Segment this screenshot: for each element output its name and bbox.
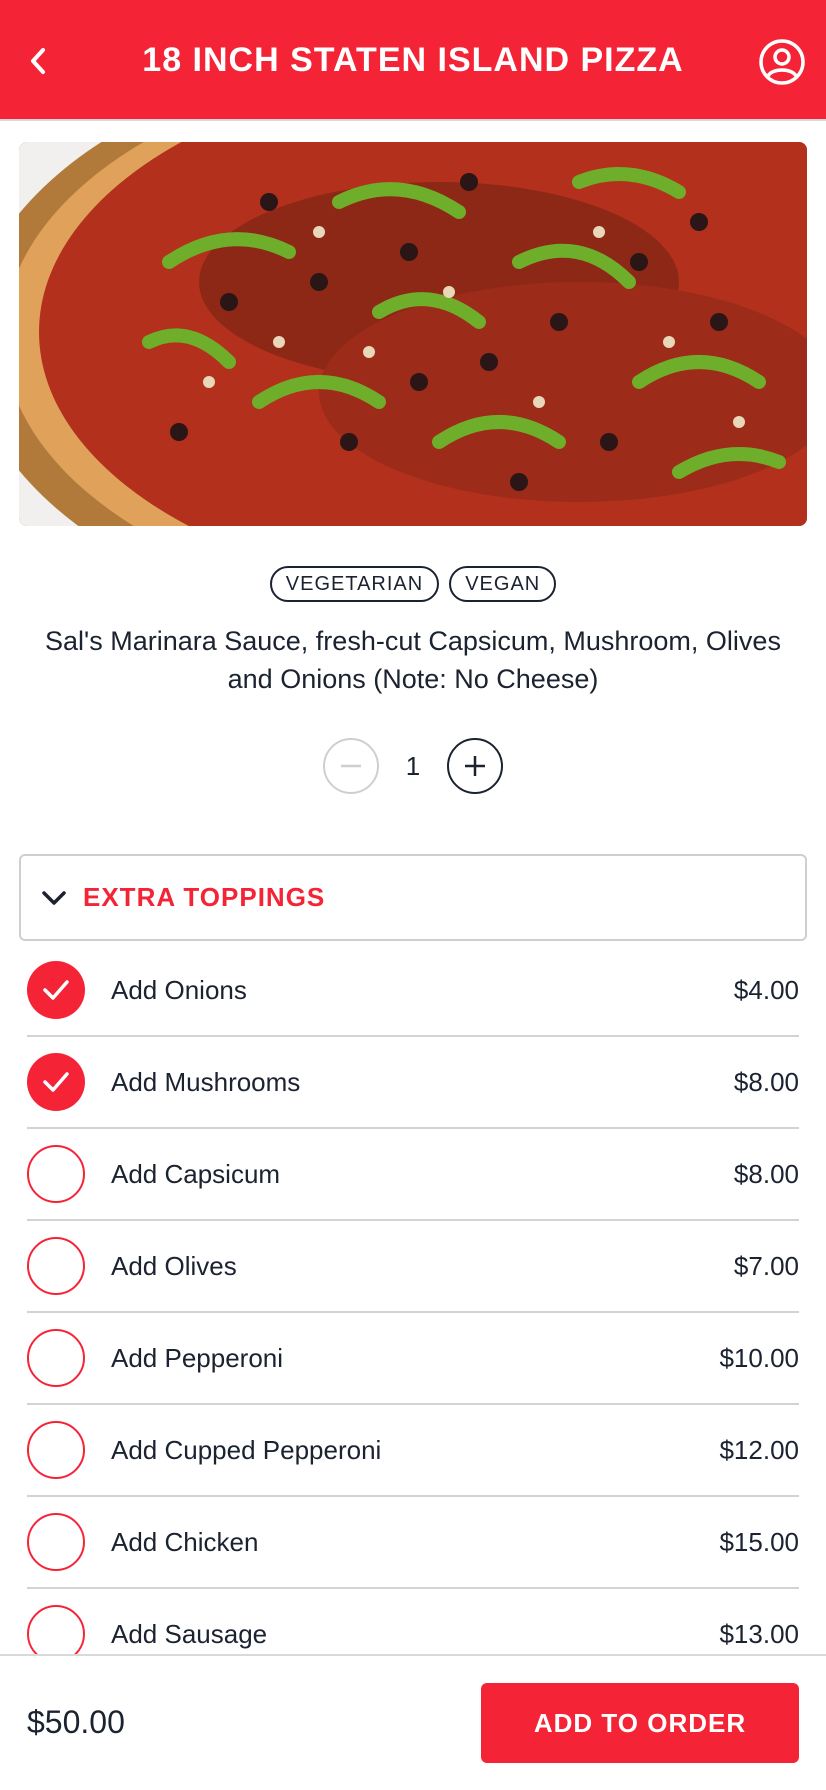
topping-option[interactable]: Add Pepperoni $10.00 bbox=[27, 1313, 799, 1405]
option-price: $15.00 bbox=[719, 1526, 799, 1557]
option-label: Add Cupped Pepperoni bbox=[111, 1434, 382, 1465]
option-label: Add Mushrooms bbox=[111, 1066, 301, 1097]
topping-option[interactable]: Add Mushrooms $8.00 bbox=[27, 1037, 799, 1129]
checkbox-unchecked[interactable] bbox=[27, 1513, 85, 1571]
option-price: $10.00 bbox=[719, 1342, 799, 1373]
option-label: Add Chicken bbox=[111, 1526, 259, 1557]
option-label: Add Sausage bbox=[111, 1618, 268, 1649]
checkbox-unchecked[interactable] bbox=[27, 1145, 85, 1203]
checkmark-icon bbox=[43, 1072, 69, 1092]
topping-option[interactable]: Add Onions $4.00 bbox=[27, 945, 799, 1037]
decrease-quantity-button[interactable] bbox=[323, 738, 379, 794]
option-price: $7.00 bbox=[733, 1250, 799, 1281]
topping-option[interactable]: Add Olives $7.00 bbox=[27, 1221, 799, 1313]
topping-option[interactable]: Add Chicken $15.00 bbox=[27, 1497, 799, 1589]
product-image bbox=[19, 142, 807, 526]
option-label: Add Onions bbox=[111, 974, 247, 1005]
option-price: $8.00 bbox=[733, 1066, 799, 1097]
account-button[interactable] bbox=[758, 38, 806, 86]
topping-option[interactable]: Add Capsicum $8.00 bbox=[27, 1129, 799, 1221]
chevron-left-icon bbox=[31, 48, 45, 74]
plus-icon bbox=[465, 756, 485, 776]
user-circle-icon bbox=[759, 39, 805, 85]
checkbox-unchecked[interactable] bbox=[27, 1237, 85, 1295]
pizza-image bbox=[19, 142, 807, 526]
extra-toppings-toggle[interactable]: EXTRA TOPPINGS bbox=[19, 854, 807, 941]
option-price: $4.00 bbox=[733, 974, 799, 1005]
topping-options: Add Onions $4.00 Add Mushrooms $8.00 Add Cap… bbox=[27, 945, 799, 1681]
increase-quantity-button[interactable] bbox=[447, 738, 503, 794]
checkbox-unchecked[interactable] bbox=[27, 1329, 85, 1387]
minus-icon bbox=[341, 764, 361, 768]
checkmark-icon bbox=[43, 980, 69, 1000]
tag-vegetarian: VEGETARIAN bbox=[269, 566, 440, 602]
chevron-down-icon bbox=[42, 890, 66, 905]
order-total: $50.00 bbox=[27, 1703, 125, 1740]
section-title: EXTRA TOPPINGS bbox=[83, 882, 326, 912]
checkbox-unchecked[interactable] bbox=[27, 1421, 85, 1479]
option-label: Add Olives bbox=[111, 1250, 237, 1281]
add-to-order-button[interactable]: ADD TO ORDER bbox=[481, 1683, 799, 1763]
option-price: $13.00 bbox=[719, 1618, 799, 1649]
option-price: $8.00 bbox=[733, 1158, 799, 1189]
product-description: Sal's Marinara Sauce, fresh-cut Capsicum… bbox=[45, 626, 781, 694]
app-header: 18 INCH STATEN ISLAND PIZZA bbox=[0, 0, 826, 121]
diet-tags: VEGETARIAN VEGAN bbox=[0, 566, 826, 602]
option-label: Add Pepperoni bbox=[111, 1342, 284, 1373]
page-title: 18 INCH STATEN ISLAND PIZZA bbox=[142, 41, 684, 79]
option-price: $12.00 bbox=[719, 1434, 799, 1465]
quantity-stepper: 1 bbox=[0, 738, 826, 794]
tag-vegan: VEGAN bbox=[449, 566, 557, 602]
option-label: Add Capsicum bbox=[111, 1158, 281, 1189]
order-footer: $50.00 ADD TO ORDER bbox=[0, 1654, 826, 1790]
checkbox-checked[interactable] bbox=[27, 961, 85, 1019]
topping-option[interactable]: Add Cupped Pepperoni $12.00 bbox=[27, 1405, 799, 1497]
checkbox-checked[interactable] bbox=[27, 1053, 85, 1111]
quantity-value: 1 bbox=[405, 750, 421, 781]
back-button[interactable] bbox=[20, 36, 56, 86]
